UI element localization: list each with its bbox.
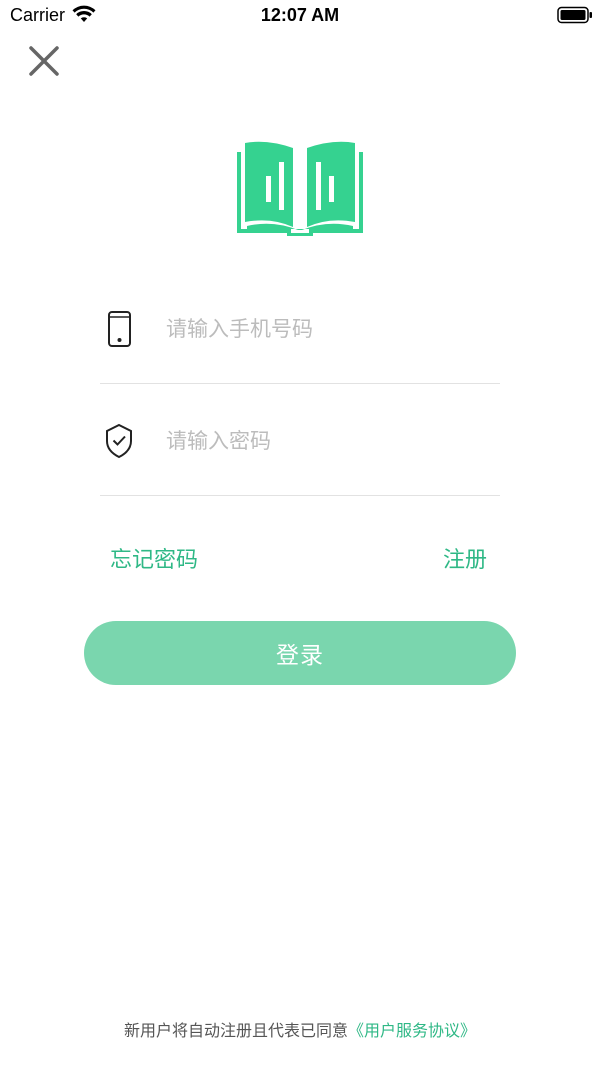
phone-icon	[108, 311, 131, 347]
register-link[interactable]: 注册	[443, 542, 487, 574]
status-bar: Carrier 12:07 AM	[0, 0, 600, 32]
password-input[interactable]	[166, 421, 486, 461]
open-book-icon	[237, 141, 363, 236]
agreement-text: 新用户将自动注册且代表已同意《用户服务协议》	[0, 1017, 600, 1041]
login-screen: Carrier 12:07 AM 请输入手机号码 忘记密码 注册 登录 新用户将…	[0, 0, 600, 1067]
phone-field-row	[100, 295, 500, 365]
shield-check-icon	[106, 423, 132, 459]
password-field-row	[100, 407, 500, 477]
forgot-password-link[interactable]: 忘记密码	[110, 542, 198, 574]
divider	[100, 495, 500, 496]
close-button[interactable]	[24, 41, 64, 81]
agreement-prefix: 新用户将自动注册且代表已同意	[123, 1021, 348, 1040]
user-agreement-link[interactable]: 《用户服务协议》	[348, 1021, 476, 1040]
battery-icon	[557, 6, 592, 24]
phone-input[interactable]	[166, 309, 486, 349]
login-button[interactable]: 登录	[84, 621, 516, 685]
divider	[100, 383, 500, 384]
close-icon	[29, 46, 59, 76]
clock: 12:07 AM	[260, 5, 340, 25]
